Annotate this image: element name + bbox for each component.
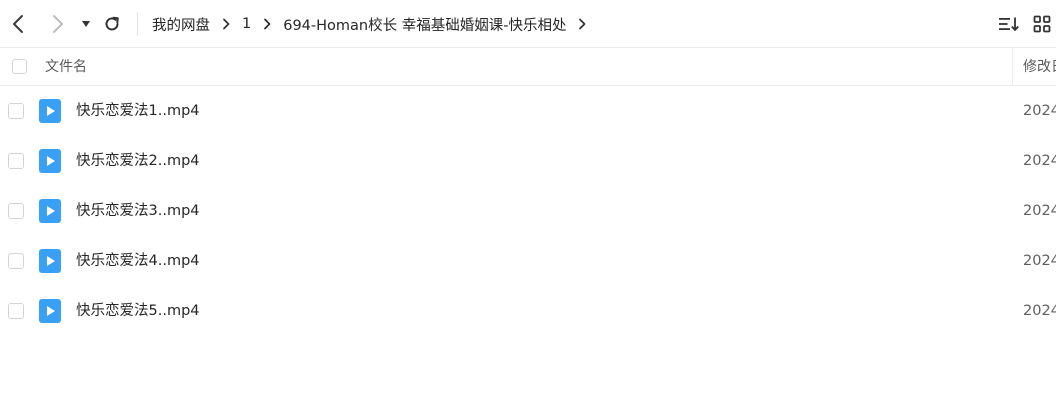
- select-all-checkbox[interactable]: [12, 59, 27, 74]
- video-file-icon: [39, 149, 61, 173]
- video-file-icon: [39, 99, 61, 123]
- video-file-icon: [39, 249, 61, 273]
- toolbar-divider: [137, 12, 138, 36]
- video-file-icon: [39, 299, 61, 323]
- back-button[interactable]: [4, 10, 32, 38]
- file-name: 快乐恋爱法4..mp4: [76, 253, 200, 269]
- refresh-button[interactable]: [98, 10, 126, 38]
- row-checkbox[interactable]: [8, 153, 24, 169]
- row-checkbox[interactable]: [8, 203, 24, 219]
- video-file-icon: [39, 199, 61, 223]
- breadcrumb-item-current-folder[interactable]: 694-Homan校长 幸福基础婚姻课-快乐相处: [283, 14, 566, 35]
- breadcrumb-item-my-drive[interactable]: 我的网盘: [152, 14, 210, 35]
- file-name: 快乐恋爱法3..mp4: [76, 203, 200, 219]
- breadcrumb-separator-icon: [222, 18, 230, 30]
- grid-view-icon: [1033, 15, 1051, 33]
- history-dropdown-button[interactable]: [72, 10, 100, 38]
- breadcrumb-separator-icon[interactable]: [578, 18, 586, 30]
- file-modified-date: 2024: [1023, 303, 1056, 319]
- file-modified-date: 2024: [1023, 153, 1056, 169]
- file-list-header: 文件名 修改日期: [0, 48, 1056, 86]
- sort-button[interactable]: [995, 10, 1023, 38]
- file-list: 快乐恋爱法1..mp4 2024 快乐恋爱法2..mp4 2024 快乐恋爱法3…: [0, 86, 1056, 336]
- file-row[interactable]: 快乐恋爱法3..mp4 2024: [0, 186, 1056, 236]
- row-checkbox[interactable]: [8, 253, 24, 269]
- file-name: 快乐恋爱法1..mp4: [76, 103, 200, 119]
- view-mode-button[interactable]: [1028, 10, 1056, 38]
- column-divider[interactable]: [1012, 48, 1013, 86]
- breadcrumb-item-folder-1[interactable]: 1: [242, 16, 251, 32]
- file-row[interactable]: 快乐恋爱法4..mp4 2024: [0, 236, 1056, 286]
- file-row[interactable]: 快乐恋爱法2..mp4 2024: [0, 136, 1056, 186]
- file-row[interactable]: 快乐恋爱法1..mp4 2024: [0, 86, 1056, 136]
- caret-down-icon: [82, 21, 90, 27]
- file-modified-date: 2024: [1023, 103, 1056, 119]
- file-modified-date: 2024: [1023, 203, 1056, 219]
- chevron-right-icon: [53, 15, 63, 33]
- file-name: 快乐恋爱法5..mp4: [76, 303, 200, 319]
- column-header-name[interactable]: 文件名: [45, 48, 87, 86]
- refresh-icon: [105, 16, 119, 31]
- forward-button[interactable]: [44, 10, 72, 38]
- column-header-modified[interactable]: 修改日期: [1023, 48, 1056, 86]
- row-checkbox[interactable]: [8, 303, 24, 319]
- row-checkbox[interactable]: [8, 103, 24, 119]
- breadcrumb: 我的网盘 1 694-Homan校长 幸福基础婚姻课-快乐相处: [152, 0, 586, 48]
- sort-icon: [999, 17, 1019, 31]
- file-name: 快乐恋爱法2..mp4: [76, 153, 200, 169]
- file-row[interactable]: 快乐恋爱法5..mp4 2024: [0, 286, 1056, 336]
- chevron-left-icon: [13, 15, 23, 33]
- toolbar: 我的网盘 1 694-Homan校长 幸福基础婚姻课-快乐相处: [0, 0, 1056, 48]
- file-modified-date: 2024: [1023, 253, 1056, 269]
- breadcrumb-separator-icon: [263, 18, 271, 30]
